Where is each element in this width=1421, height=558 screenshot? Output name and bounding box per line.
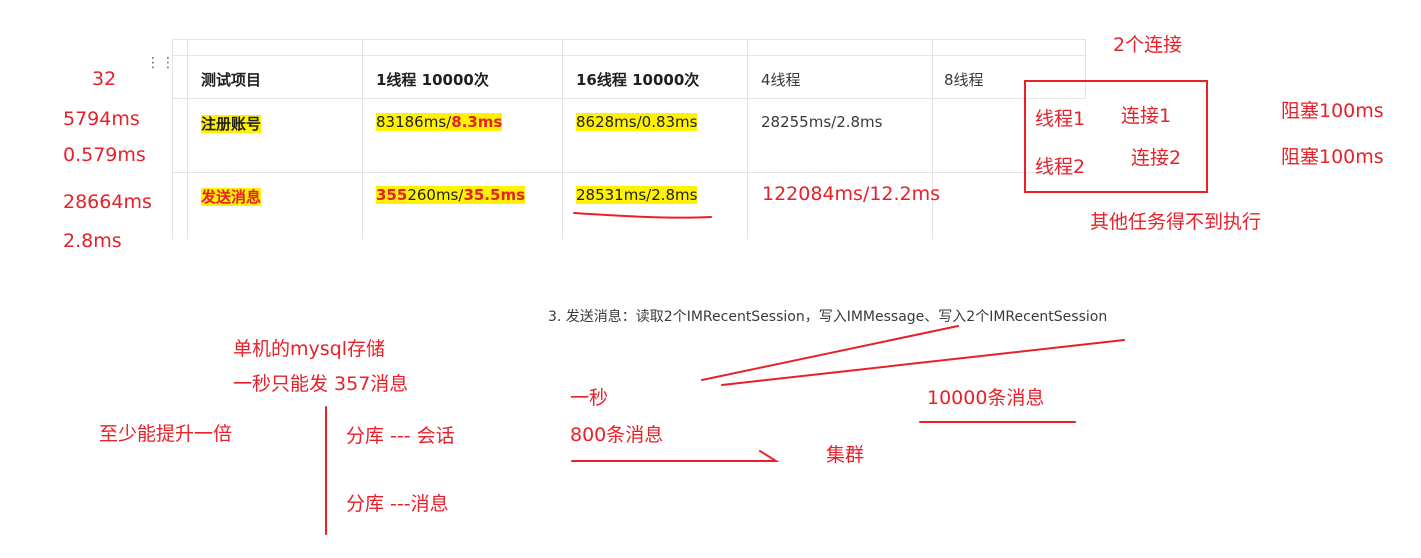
pointer-stroke [701,325,959,381]
arrow-stroke [571,450,780,462]
annotation-strokes [325,212,1125,535]
underline-stroke [573,212,712,219]
